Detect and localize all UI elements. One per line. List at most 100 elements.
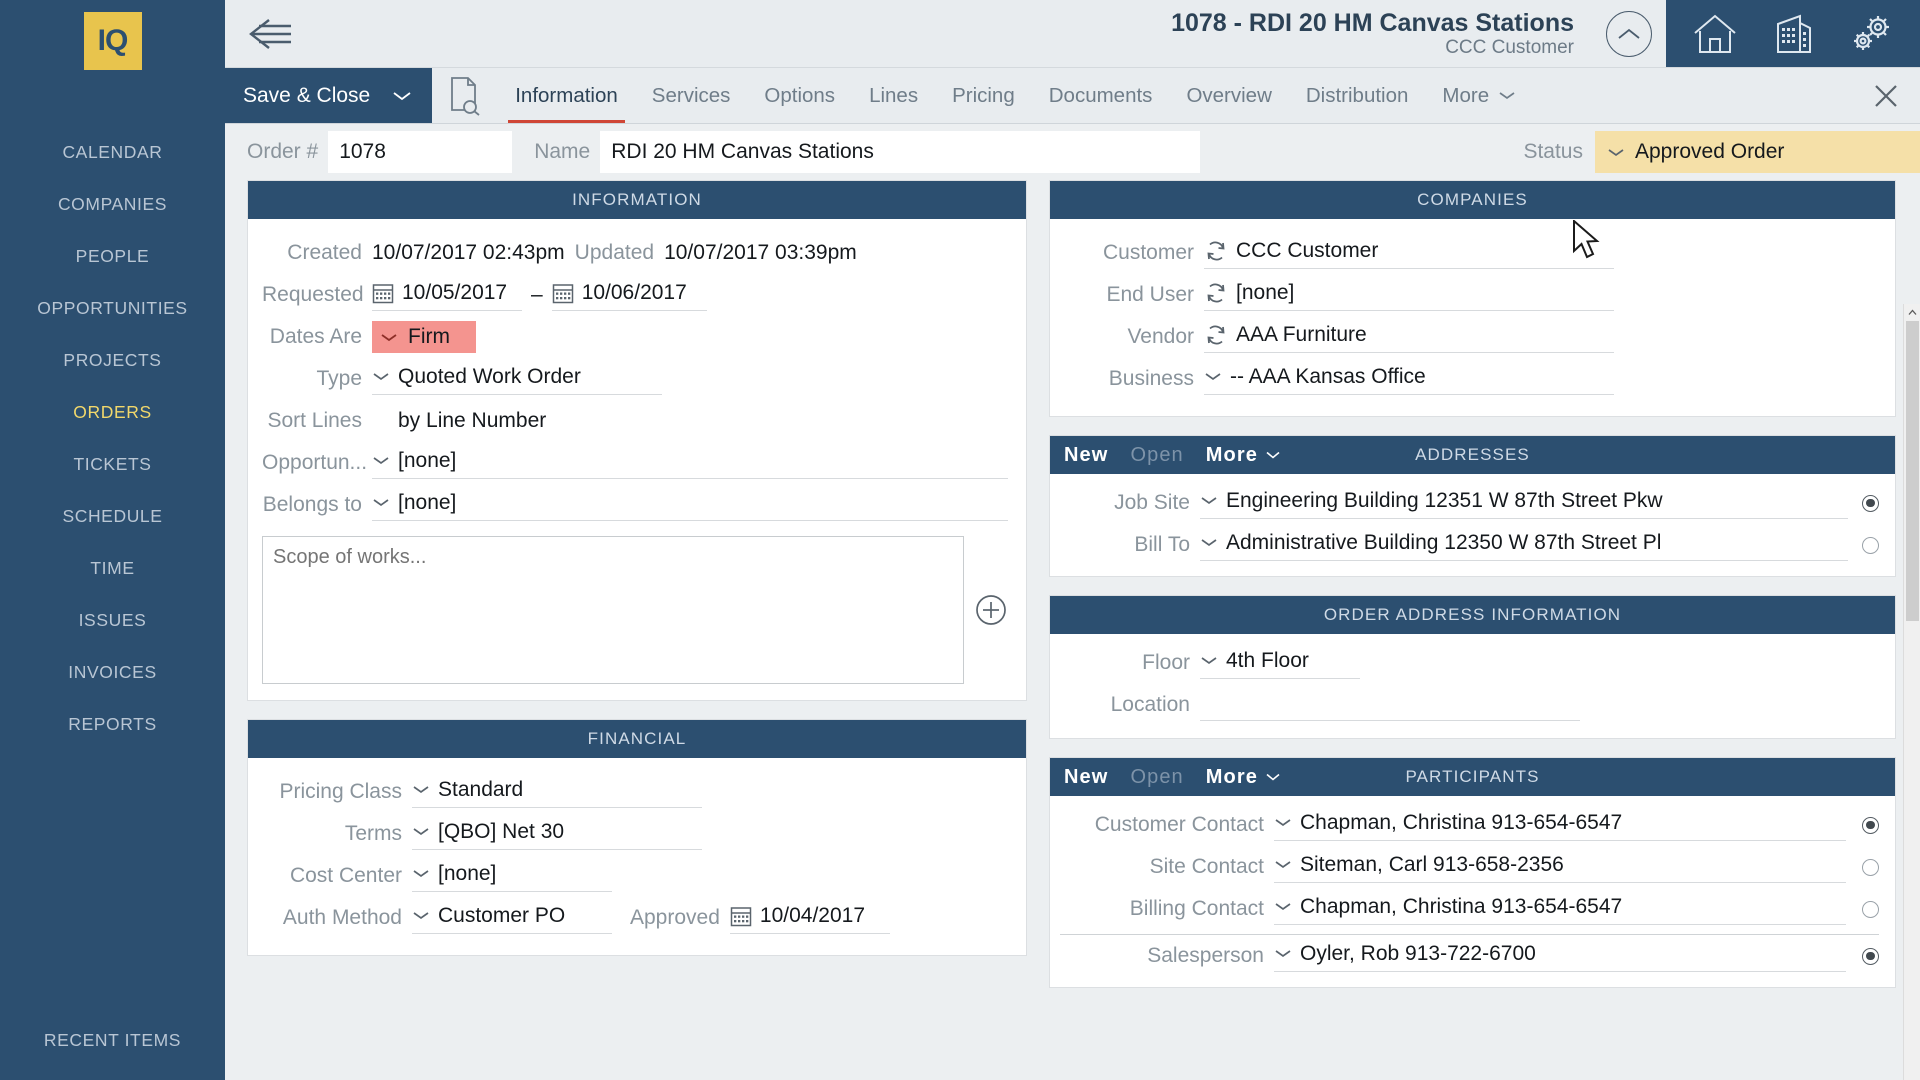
chevron-down-icon [1274,948,1292,959]
updated-label: Updated [574,241,655,264]
home-button[interactable] [1676,13,1754,55]
bill-to-dropdown[interactable]: Administrative Building 12350 W 87th Str… [1200,529,1848,561]
customer-contact-dropdown[interactable]: Chapman, Christina 913-654-6547 [1274,809,1846,841]
status-dropdown[interactable]: Approved Order [1595,131,1920,173]
close-record-button[interactable] [1852,68,1920,123]
dates-are-row: Dates Are Firm [262,316,1008,358]
salesperson-dropdown[interactable]: Oyler, Rob 913-722-6700 [1274,940,1846,972]
end-user-value: [none] [1236,280,1295,304]
sidebar-item-calendar[interactable]: CALENDAR [0,126,225,178]
chevron-down-icon [393,91,411,100]
customer-field[interactable]: CCC Customer [1204,237,1614,269]
chevron-down-icon [1266,773,1280,781]
participants-open-button[interactable]: Open [1130,766,1183,789]
site-contact-primary-radio[interactable] [1862,858,1879,876]
end-user-field[interactable]: [none] [1204,279,1614,311]
end-user-label: End User [1106,283,1194,306]
app-logo[interactable]: IQ [83,12,142,70]
add-scope-button[interactable] [974,593,1008,627]
tab-more[interactable]: More [1425,68,1533,123]
sidebar-recent-items[interactable]: RECENT ITEMS [0,1030,225,1080]
opportunity-dropdown[interactable]: [none] [372,447,1008,479]
addresses-more-button[interactable]: More [1206,444,1281,467]
participants-new-button[interactable]: New [1064,766,1108,789]
scroll-up-button[interactable] [1904,304,1920,321]
billing-contact-primary-radio[interactable] [1862,900,1879,918]
sidebar-item-companies[interactable]: COMPANIES [0,178,225,230]
financial-panel-header: FINANCIAL [248,720,1026,758]
tab-overview[interactable]: Overview [1169,68,1288,123]
settings-button[interactable] [1832,13,1910,55]
tab-information[interactable]: Information [498,68,635,123]
belongs-to-dropdown[interactable]: [none] [372,489,1008,521]
sidebar-item-schedule[interactable]: SCHEDULE [0,490,225,542]
tab-services[interactable]: Services [635,68,748,123]
sidebar-item-opportunities[interactable]: OPPORTUNITIES [0,282,225,334]
approved-label: Approved [630,906,720,929]
chevron-down-icon [412,826,430,837]
financial-panel: FINANCIAL Pricing Class Standard Terms [… [247,719,1027,956]
sidebar-item-projects[interactable]: PROJECTS [0,334,225,386]
dates-are-dropdown[interactable]: Firm [372,321,476,353]
terms-value: [QBO] Net 30 [438,819,565,843]
chevron-down-icon [1204,371,1222,382]
order-number-input[interactable] [328,131,513,173]
sidebar-item-issues[interactable]: ISSUES [0,594,225,646]
bill-to-label: Bill To [1134,533,1190,556]
scope-of-works-textarea[interactable] [262,536,964,684]
document-search-button[interactable] [432,68,498,123]
sidebar-item-tickets[interactable]: TICKETS [0,438,225,490]
type-dropdown[interactable]: Quoted Work Order [372,363,662,395]
requested-from-field[interactable]: 10/05/2017 [372,279,522,311]
job-site-primary-radio[interactable] [1862,494,1879,512]
auth-method-dropdown[interactable]: Customer PO [412,902,612,934]
customer-contact-primary-radio[interactable] [1862,816,1879,834]
sidebar-item-reports[interactable]: REPORTS [0,698,225,750]
save-and-close-button[interactable]: Save & Close [225,68,433,123]
addresses-open-button[interactable]: Open [1130,444,1183,467]
top-icon-bar [1666,0,1920,67]
floor-dropdown[interactable]: 4th Floor [1200,647,1360,679]
requested-to-field[interactable]: 10/06/2017 [551,279,707,311]
tab-distribution[interactable]: Distribution [1289,68,1426,123]
approved-date-field[interactable]: 10/04/2017 [729,902,890,934]
site-contact-value: Siteman, Carl 913-658-2356 [1300,852,1564,876]
site-contact-dropdown[interactable]: Siteman, Carl 913-658-2356 [1274,851,1846,883]
bill-to-primary-radio[interactable] [1862,536,1879,554]
tab-options[interactable]: Options [747,68,852,123]
app-root: IQ CALENDAR COMPANIES PEOPLE OPPORTUNITI… [0,0,1920,1080]
sidebar: IQ CALENDAR COMPANIES PEOPLE OPPORTUNITI… [0,0,225,1080]
scrollbar-thumb[interactable] [1906,321,1919,621]
job-site-dropdown[interactable]: Engineering Building 12351 W 87th Street… [1200,487,1848,519]
collapse-header-button[interactable] [1592,0,1666,67]
participants-more-button[interactable]: More [1206,766,1281,789]
tab-pricing[interactable]: Pricing [935,68,1032,123]
sidebar-item-time[interactable]: TIME [0,542,225,594]
job-site-row: Job Site Engineering Building 12351 W 87… [1060,482,1879,524]
business-value: -- AAA Kansas Office [1230,364,1426,388]
sidebar-item-invoices[interactable]: INVOICES [0,646,225,698]
sidebar-item-people[interactable]: PEOPLE [0,230,225,282]
location-input[interactable] [1200,689,1580,721]
approved-date-value: 10/04/2017 [759,903,866,927]
addresses-new-button[interactable]: New [1064,444,1108,467]
cost-center-dropdown[interactable]: [none] [412,860,612,892]
pricing-class-dropdown[interactable]: Standard [412,776,702,808]
salesperson-primary-radio[interactable] [1862,947,1879,965]
tab-documents[interactable]: Documents [1032,68,1170,123]
calendar-icon [730,906,752,926]
order-name-input[interactable] [600,131,1201,173]
business-dropdown[interactable]: -- AAA Kansas Office [1204,363,1614,395]
back-button[interactable] [225,0,317,67]
vendor-field[interactable]: AAA Furniture [1204,321,1614,353]
sidebar-item-orders[interactable]: ORDERS [0,386,225,438]
billing-contact-dropdown[interactable]: Chapman, Christina 913-654-6547 [1274,893,1846,925]
tab-lines[interactable]: Lines [852,68,935,123]
terms-dropdown[interactable]: [QBO] Net 30 [412,818,702,850]
chevron-up-icon [1908,309,1916,315]
billing-contact-value: Chapman, Christina 913-654-6547 [1300,894,1623,918]
companies-button[interactable] [1754,13,1832,55]
location-row: Location [1060,684,1879,726]
vertical-scrollbar[interactable] [1903,304,1920,1080]
information-panel: INFORMATION Created 10/07/2017 02:43pm U… [247,180,1027,701]
